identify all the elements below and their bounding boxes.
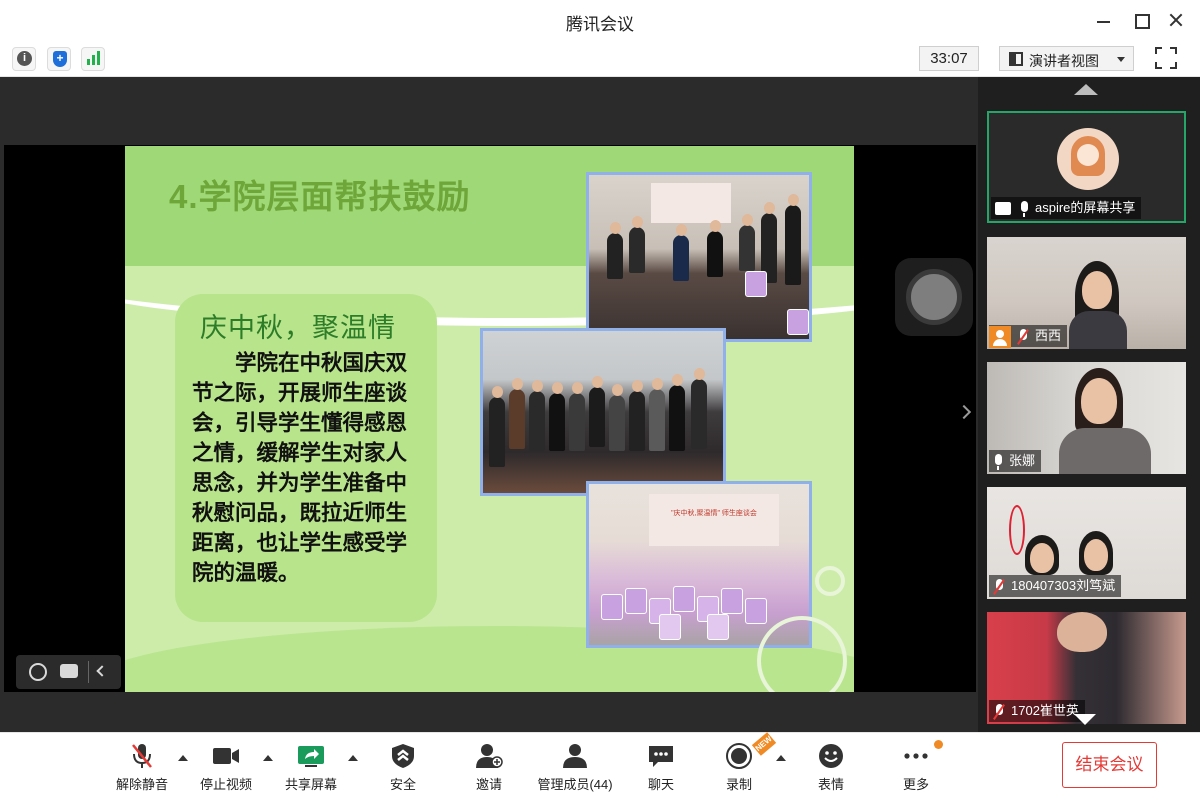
- slide-photo-group: [480, 328, 726, 496]
- participant-sidebar: aspire的屏幕共享 西西 张娜 180407303刘笃斌 1702崔世英: [978, 77, 1200, 732]
- chevron-down-icon: [1117, 57, 1125, 62]
- chevron-left-icon[interactable]: [96, 665, 108, 677]
- share-screen-button[interactable]: 共享屏幕: [279, 733, 343, 800]
- participant-name: 张娜: [1009, 453, 1036, 468]
- chevron-up-icon[interactable]: [776, 755, 786, 761]
- screen-share-icon: [995, 202, 1011, 216]
- participant-label: 180407303刘笃斌: [989, 575, 1122, 597]
- fullscreen-icon[interactable]: [1155, 47, 1177, 69]
- view-mode-select[interactable]: 演讲者视图: [999, 46, 1134, 71]
- meeting-toolbar: 解除静音 停止视频 共享屏幕 安全 邀请 管理成员(44) 聊天 录制 表情 更…: [0, 732, 1200, 800]
- slide-photo-handover: [586, 172, 812, 342]
- shield-icon[interactable]: [47, 47, 71, 71]
- swirl-decoration: [815, 566, 845, 596]
- scroll-up-icon[interactable]: [1074, 84, 1098, 95]
- slide-box-heading: 庆中秋，聚温情: [200, 313, 396, 344]
- reactions-button[interactable]: 表情: [800, 733, 862, 800]
- scroll-down-icon[interactable]: [1074, 714, 1096, 725]
- invite-label: 邀请: [475, 777, 502, 792]
- security-button[interactable]: 安全: [372, 733, 434, 800]
- mic-icon: [993, 453, 1003, 470]
- title-bar: 腾讯会议: [0, 0, 1200, 40]
- toolbar-divider: [88, 661, 89, 683]
- emoji-icon: [819, 744, 843, 768]
- unmute-label: 解除静音: [115, 777, 168, 792]
- notification-dot: [934, 740, 943, 749]
- participant-tile[interactable]: 1702崔世英: [987, 612, 1186, 724]
- mic-muted-icon: [132, 744, 152, 768]
- maximize-icon[interactable]: [1129, 8, 1153, 32]
- participant-name: 西西: [1035, 328, 1062, 343]
- close-icon[interactable]: [1164, 8, 1188, 32]
- participant-tile[interactable]: 180407303刘笃斌: [987, 487, 1186, 599]
- view-mode-label: 演讲者视图: [1029, 53, 1099, 69]
- chat-button[interactable]: 聊天: [630, 733, 692, 800]
- photo-banner: [651, 183, 731, 223]
- chat-icon: [649, 746, 673, 767]
- mic-muted-icon: [993, 578, 1005, 595]
- participant-label: 1702崔世英: [989, 700, 1085, 722]
- participant-name: 1702崔世英: [1011, 703, 1079, 718]
- slide-box-body: 学院在中秋国庆双节之际，开展师生座谈会，引导学生懂得感恩之情，缓解学生对家人思念…: [192, 351, 408, 585]
- participant-tile[interactable]: 西西: [987, 237, 1186, 349]
- video-camera-icon: [213, 748, 239, 764]
- minimize-icon[interactable]: [1092, 8, 1116, 32]
- security-label: 安全: [389, 777, 416, 792]
- chevron-up-icon[interactable]: [263, 755, 273, 761]
- manage-members-button[interactable]: 管理成员(44): [530, 733, 620, 800]
- record-label: 录制: [725, 777, 752, 792]
- more-label: 更多: [902, 777, 929, 792]
- reactions-label: 表情: [817, 777, 844, 792]
- share-screen-icon: [298, 746, 324, 767]
- info-icon[interactable]: [12, 47, 36, 71]
- host-user-icon: [989, 325, 1011, 348]
- end-meeting-button[interactable]: 结束会议: [1062, 742, 1157, 788]
- chat-bubble-icon[interactable]: [60, 664, 78, 678]
- record-icon: [726, 743, 752, 769]
- participant-label: 西西: [989, 325, 1068, 348]
- presentation-slide: 4.学院层面帮扶鼓励 庆中秋，聚温情 学院在中秋国庆双节之际，开展师生座谈会，引…: [125, 146, 854, 692]
- share-screen-label: 共享屏幕: [284, 777, 337, 792]
- emoji-icon[interactable]: [29, 663, 47, 681]
- mic-icon: [1019, 200, 1029, 217]
- mic-muted-icon: [1017, 328, 1029, 345]
- more-dots-icon: [904, 753, 928, 759]
- invite-user-icon: [476, 744, 503, 768]
- window-title: 腾讯会议: [566, 15, 634, 34]
- signal-icon[interactable]: [81, 47, 105, 71]
- camera-capture-button[interactable]: [895, 258, 973, 336]
- floating-toolbar: [16, 655, 121, 689]
- layout-icon: [1009, 52, 1023, 66]
- photo-banner-text: "庆中秋,聚温情" 师生座谈会: [649, 494, 779, 546]
- participant-label: 张娜: [989, 450, 1042, 472]
- invite-button[interactable]: 邀请: [458, 733, 520, 800]
- participant-name: aspire的屏幕共享: [1035, 200, 1136, 215]
- avatar: [1057, 128, 1119, 190]
- slide-title: 4.学院层面帮扶鼓励: [169, 178, 471, 215]
- unmute-button[interactable]: 解除静音: [110, 733, 174, 800]
- participant-label: aspire的屏幕共享: [991, 197, 1142, 219]
- mic-muted-icon: [993, 703, 1005, 720]
- manage-members-label: 管理成员(44): [537, 777, 613, 792]
- chevron-up-icon[interactable]: [348, 755, 358, 761]
- meeting-timer: 33:07: [919, 46, 979, 71]
- chat-label: 聊天: [647, 777, 674, 792]
- participant-tile[interactable]: aspire的屏幕共享: [987, 111, 1186, 223]
- members-icon: [563, 744, 587, 768]
- security-shield-icon: [392, 744, 414, 768]
- stop-video-label: 停止视频: [199, 777, 252, 792]
- stop-video-button[interactable]: 停止视频: [194, 733, 258, 800]
- participant-name: 180407303刘笃斌: [1011, 578, 1116, 593]
- chevron-up-icon[interactable]: [178, 755, 188, 761]
- participant-tile[interactable]: 张娜: [987, 362, 1186, 474]
